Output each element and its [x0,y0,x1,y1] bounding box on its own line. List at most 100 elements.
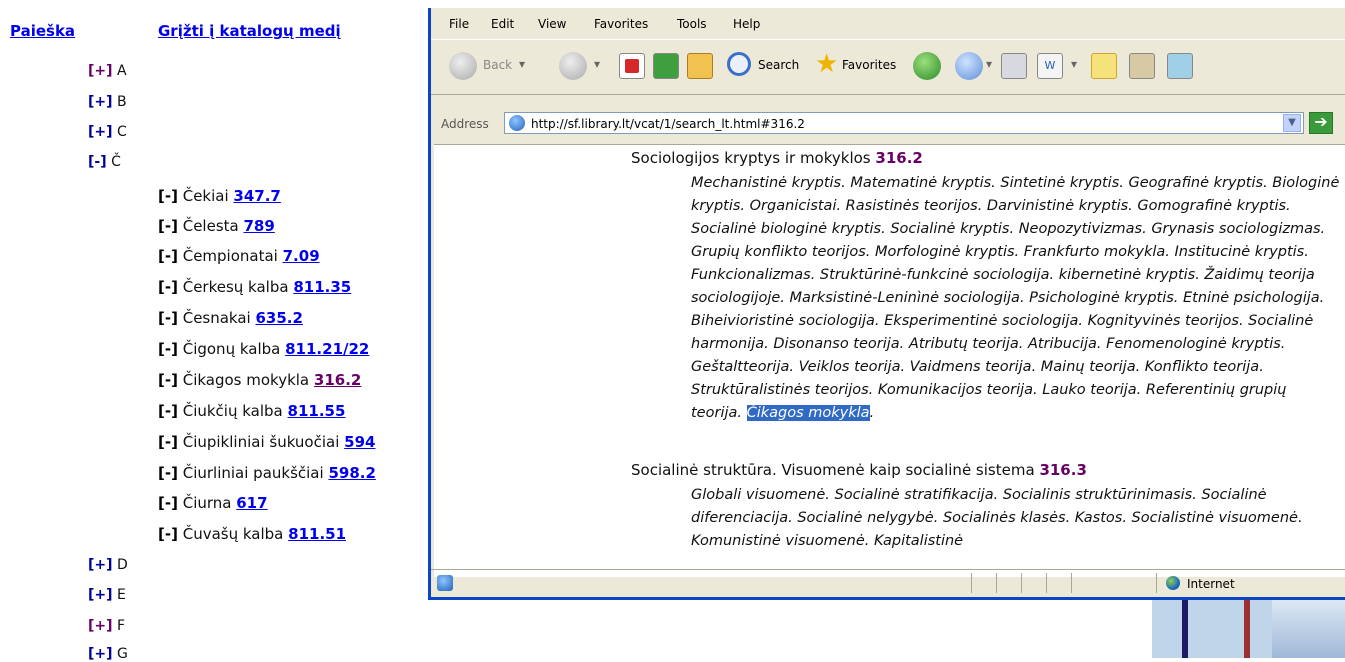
letter-node-d[interactable]: [+] D [88,557,128,573]
section-heading: Socialinė struktūra. Visuomenė kaip soci… [631,461,1087,479]
item-toggle[interactable]: [-] [158,247,178,265]
expand-toggle[interactable]: [+] [88,63,113,79]
edit-dropdown-icon[interactable]: ▾ [1071,57,1077,71]
section-description: Mechanistinė kryptis. Matematinė kryptis… [691,175,1340,421]
class-code-link[interactable]: 635.2 [256,309,303,327]
history-icon[interactable] [913,52,941,80]
catalog-item: [-] Čempionatai 7.09 [158,247,320,265]
class-code-link[interactable]: 7.09 [283,247,320,265]
address-url[interactable]: http://sf.library.lt/vcat/1/search_lt.ht… [531,117,805,131]
letter-label: C [116,124,127,140]
research-icon[interactable] [1129,53,1155,79]
item-toggle[interactable]: [-] [158,371,178,389]
expand-toggle[interactable]: [+] [88,124,113,140]
go-arrow-icon[interactable]: ➔ [1309,112,1333,134]
messenger-icon[interactable] [1167,53,1193,79]
forward-dropdown-icon[interactable]: ▾ [594,57,600,71]
stop-icon[interactable] [619,53,645,79]
expand-toggle[interactable]: [+] [88,618,113,634]
class-code-link[interactable]: 594 [344,433,375,451]
section-title: Sociologijos kryptys ir mokyklos [631,149,871,167]
catalog-item: [-] Čerkesų kalba 811.35 [158,278,351,296]
forward-arrow-icon[interactable] [559,52,587,80]
back-arrow-icon[interactable] [449,52,477,80]
class-code-link[interactable]: 811.21/22 [285,340,369,358]
letter-node-e[interactable]: [+] E [88,587,126,603]
search-link[interactable]: Paieška [10,22,75,40]
item-label: Čerkesų kalba [182,278,289,296]
catalog-item: [-] Čelesta 789 [158,217,275,235]
item-toggle[interactable]: [-] [158,217,178,235]
item-toggle[interactable]: [-] [158,340,178,358]
letter-node-b[interactable]: [+] B [88,94,127,110]
item-label: Čempionatai [182,247,278,265]
class-code-link[interactable]: 617 [236,494,267,512]
class-code-link[interactable]: 811.51 [288,525,346,543]
item-label: Čelesta [182,217,239,235]
item-toggle[interactable]: [-] [158,525,178,543]
word-edit-icon[interactable]: W [1037,53,1063,79]
collapse-toggle[interactable]: [-] [88,154,107,170]
item-label: Čikagos mokykla [182,371,310,389]
letter-node-c[interactable]: [+] C [88,124,127,140]
favorites-button[interactable]: Favorites [842,58,896,72]
menu-edit[interactable]: Edit [491,17,514,31]
item-toggle[interactable]: [-] [158,187,178,205]
item-toggle[interactable]: [-] [158,464,178,482]
item-label: Česnakai [182,309,251,327]
print-icon[interactable] [1001,53,1027,79]
letter-label: G [116,646,128,662]
section-description: Globali visuomenė. Socialinė stratifikac… [691,487,1303,549]
catalog-item: [-] Čuvašų kalba 811.51 [158,525,346,543]
letter-node-g[interactable]: [+] G [88,646,128,662]
back-to-tree-link[interactable]: Grįžti į katalogų medį [158,22,341,40]
item-toggle[interactable]: [-] [158,433,178,451]
section-code: 316.2 [875,149,923,167]
item-toggle[interactable]: [-] [158,494,178,512]
home-icon[interactable] [687,53,713,79]
letter-label: D [116,557,128,573]
item-label: Čekiai [182,187,229,205]
discuss-icon[interactable] [1091,53,1117,79]
class-code-link[interactable]: 347.7 [233,187,280,205]
address-dropdown-icon[interactable]: ▼ [1283,114,1301,132]
menu-favorites[interactable]: Favorites [594,17,648,31]
item-toggle[interactable]: [-] [158,402,178,420]
menu-help[interactable]: Help [733,17,760,31]
class-code-link[interactable]: 316.2 [314,371,361,389]
item-toggle[interactable]: [-] [158,278,178,296]
menu-file[interactable]: File [449,17,469,31]
star-icon[interactable]: ★ [815,49,838,79]
letter-node-ch[interactable]: [-] Č [88,154,121,170]
letter-node-a[interactable]: [+] A [88,63,127,79]
expand-toggle[interactable]: [+] [88,557,113,573]
expand-toggle[interactable]: [+] [88,646,113,662]
section-title: Socialinė struktūra. Visuomenė kaip soci… [631,461,1035,479]
menu-tools[interactable]: Tools [677,17,707,31]
refresh-icon[interactable] [653,53,679,79]
class-code-link[interactable]: 811.55 [288,402,346,420]
mail-dropdown-icon[interactable]: ▾ [986,57,992,71]
class-code-link[interactable]: 811.35 [293,278,351,296]
browser-window: File Edit View Favorites Tools Help Back… [428,8,1345,600]
address-input[interactable]: http://sf.library.lt/vcat/1/search_lt.ht… [504,112,1304,134]
back-dropdown-icon[interactable]: ▾ [519,57,525,71]
letter-label: F [116,618,126,634]
class-code-link[interactable]: 598.2 [328,464,375,482]
letter-label: A [116,63,127,79]
search-button[interactable]: Search [758,58,799,72]
search-icon[interactable] [727,52,751,76]
menu-view[interactable]: View [538,17,566,31]
item-label: Čiurliniai paukščiai [182,464,324,482]
class-code-link[interactable]: 789 [244,217,275,235]
letter-node-f[interactable]: [+] F [88,618,125,634]
item-label: Čuvašų kalba [182,525,284,543]
catalog-item: [-] Čigonų kalba 811.21/22 [158,340,369,358]
expand-toggle[interactable]: [+] [88,587,113,603]
letter-label: B [116,94,127,110]
mail-icon[interactable] [955,52,983,80]
expand-toggle[interactable]: [+] [88,94,113,110]
back-button[interactable]: Back [483,58,512,72]
item-toggle[interactable]: [-] [158,309,178,327]
security-zone-label: Internet [1187,577,1235,591]
